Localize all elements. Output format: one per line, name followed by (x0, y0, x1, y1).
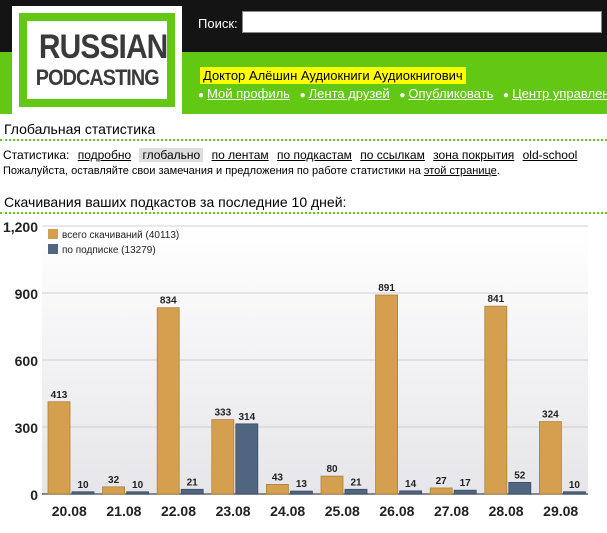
x-tick-label: 25.08 (325, 503, 360, 519)
legend-label: по подписке (13279) (62, 245, 156, 256)
x-tick-label: 21.08 (106, 503, 141, 519)
x-tick-label: 29.08 (543, 503, 578, 519)
y-tick-label: 0 (30, 487, 38, 503)
bar-total (156, 307, 180, 495)
data-label: 14 (405, 479, 417, 490)
x-tick-label: 23.08 (216, 503, 251, 519)
data-label: 10 (77, 480, 89, 491)
bar-subscribed (180, 488, 204, 495)
data-label: 27 (436, 476, 448, 487)
bar-total (539, 421, 562, 495)
bar-total (484, 305, 508, 495)
data-label: 314 (238, 412, 255, 423)
bar-total (429, 487, 453, 495)
bar-subscribed (126, 491, 149, 495)
y-tick-label: 1,200 (3, 219, 38, 235)
downloads-chart: 0 300 600 900 1,200 413 10 20.08 32 10 21.08 834 21 2… (3, 219, 588, 519)
data-label: 13 (296, 479, 308, 490)
data-label: 10 (569, 480, 581, 491)
bar-subscribed (399, 490, 423, 495)
data-label: 21 (350, 477, 362, 488)
y-tick-label: 600 (15, 353, 39, 369)
x-tick-label: 28.08 (489, 503, 524, 519)
x-tick-label: 27.08 (434, 503, 469, 519)
bar-subscribed (235, 423, 259, 495)
bar-subscribed (71, 491, 95, 495)
x-tick-label: 20.08 (52, 503, 87, 519)
data-label: 891 (378, 283, 395, 294)
bar-total (47, 401, 71, 495)
bar-subscribed (508, 481, 532, 495)
data-label: 324 (542, 410, 559, 421)
data-label: 52 (514, 470, 526, 481)
data-label: 80 (326, 464, 338, 475)
data-label: 43 (272, 472, 284, 483)
x-tick-label: 24.08 (270, 503, 305, 519)
legend-swatch (48, 229, 58, 239)
x-tick-label: 26.08 (379, 503, 414, 519)
bar-total (102, 486, 125, 495)
data-label: 333 (214, 408, 231, 419)
data-label: 834 (160, 296, 177, 307)
x-tick-label: 22.08 (161, 503, 196, 519)
bar-total (320, 475, 344, 495)
bar-total (375, 294, 399, 495)
data-label: 10 (132, 480, 144, 491)
bar-subscribed (344, 488, 368, 495)
bar-subscribed (453, 489, 477, 495)
legend-swatch (48, 244, 58, 254)
y-tick-label: 300 (15, 420, 39, 436)
data-label: 32 (108, 475, 120, 486)
bar-total (265, 483, 289, 495)
data-label: 17 (460, 478, 472, 489)
data-label: 21 (187, 477, 199, 488)
data-label: 413 (51, 390, 68, 401)
bar-subscribed (289, 490, 313, 495)
y-tick-label: 900 (15, 286, 39, 302)
bar-subscribed (563, 491, 586, 495)
data-label: 841 (487, 294, 504, 305)
bar-total (211, 419, 235, 495)
legend-label: всего скачиваний (40113) (62, 230, 179, 241)
